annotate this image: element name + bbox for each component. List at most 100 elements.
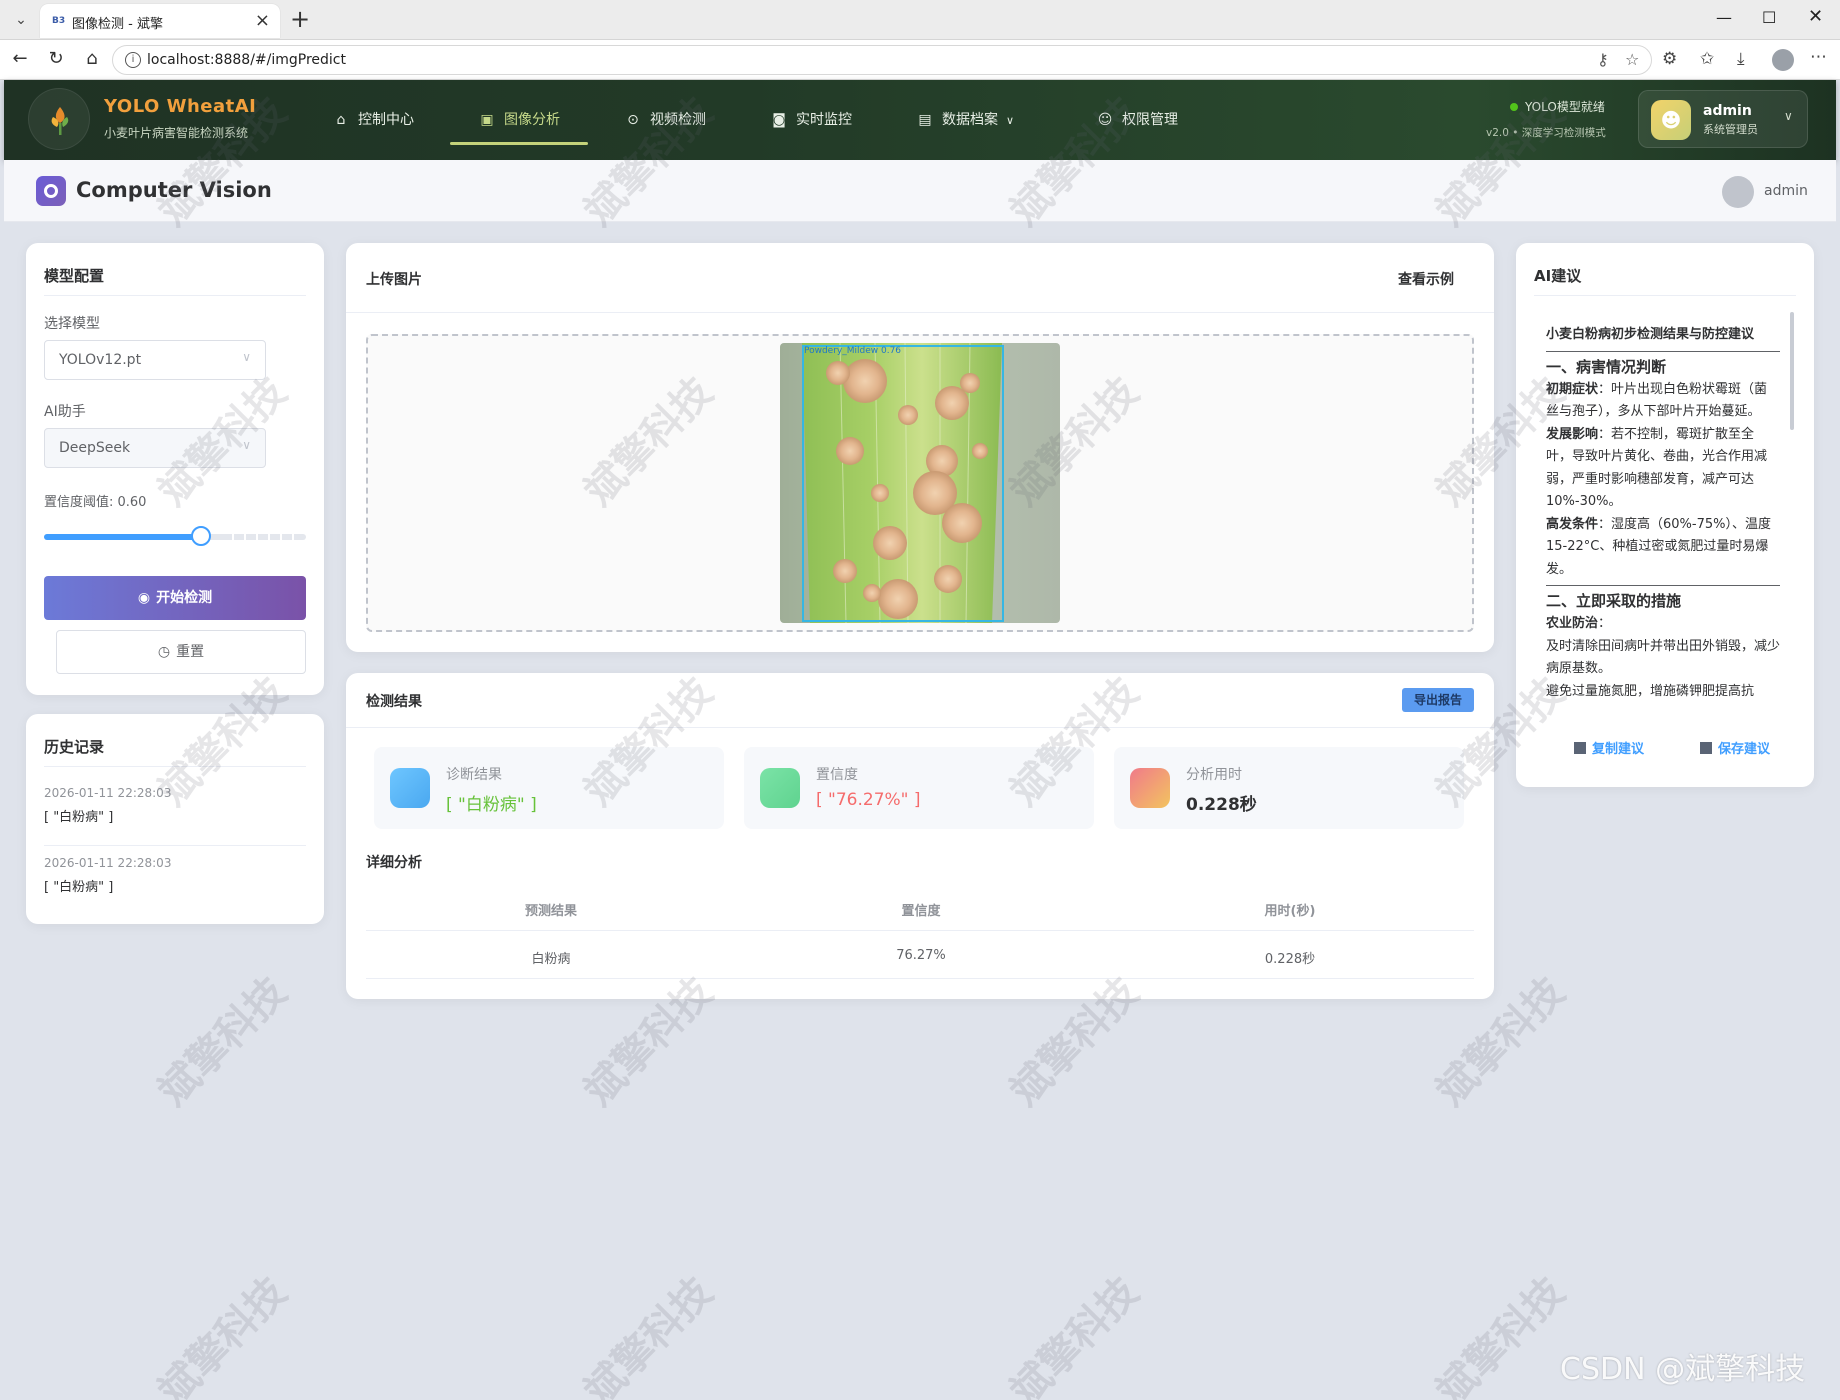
ai-label: AI助手 (44, 404, 86, 420)
clock-icon: ◷ (157, 644, 171, 660)
reload-icon[interactable]: ↻ (44, 48, 68, 69)
download-icon[interactable]: ⤓ (1737, 49, 1745, 69)
model-label: 选择模型 (44, 316, 100, 332)
profile-icon[interactable] (1772, 49, 1794, 71)
favorites-icon[interactable]: ✩ (1700, 49, 1714, 69)
save-advice-label: 保存建议 (1718, 742, 1771, 757)
table-cell: 白粉病 (531, 952, 571, 967)
image-icon: ▣ (480, 112, 494, 128)
vision-icon (36, 176, 66, 206)
url-field[interactable]: i localhost:8888/#/imgPredict ⚷ ☆ (112, 45, 1652, 75)
tab-title: 图像检测 - 斌擎 (72, 17, 163, 32)
key-icon[interactable]: ⚷ (1597, 50, 1609, 69)
nav-item-monitor[interactable]: ◙ 实时监控 (770, 108, 852, 132)
divider (1534, 295, 1796, 296)
card-title: AI建议 (1534, 267, 1582, 285)
user-menu[interactable]: ☻ admin 系统管理员 ∨ (1638, 90, 1808, 148)
user-icon: ☺ (1097, 112, 1113, 128)
close-tab-icon[interactable]: × (255, 10, 270, 31)
uploaded-leaf-image[interactable]: Powdery_Mildew 0.76 (780, 343, 1060, 623)
active-nav-indicator (450, 142, 588, 145)
status-dot (1510, 103, 1518, 111)
nav-item-video[interactable]: ⊙ 视频检测 (624, 108, 706, 132)
advice-text: 避免过量施氮肥，增施磷钾肥提高抗 (1546, 683, 1755, 699)
card-title: 历史记录 (44, 738, 105, 756)
star-icon[interactable]: ☆ (1625, 50, 1639, 69)
column-header: 用时(秒) (1264, 904, 1316, 919)
stat-confidence: 置信度 [ "76.27%" ] (744, 747, 1094, 829)
start-detect-button[interactable]: ◉ 开始检测 (44, 576, 306, 620)
stat-label: 分析用时 (1186, 767, 1242, 783)
watermark-text: 斌擎科技 (1001, 1268, 1148, 1400)
advice-section-title: 二、立即采取的措施 (1546, 592, 1682, 610)
header-username[interactable]: admin (1764, 183, 1808, 199)
nav-label: 实时监控 (796, 112, 852, 128)
detail-title: 详细分析 (366, 855, 422, 871)
save-advice-button[interactable]: 保存建议 (1700, 738, 1770, 757)
view-example-link[interactable]: 查看示例 (1398, 269, 1454, 289)
ai-select-value: DeepSeek (59, 440, 131, 456)
tab-list-chevron-icon[interactable]: ⌄ (8, 8, 34, 32)
camera-icon: ◙ (772, 112, 786, 128)
nav-item-image-analysis[interactable]: ▣ 图像分析 (478, 108, 560, 132)
avatar[interactable] (1722, 176, 1754, 208)
nav-label: 控制中心 (358, 112, 414, 128)
nav-label: 视频检测 (650, 112, 706, 128)
browser-tab-bar: ⌄ B3 图像检测 - 斌擎 × + — ☐ ✕ (0, 0, 1840, 40)
advice-term: 初期症状 (1546, 381, 1599, 397)
site-info-icon[interactable]: i (125, 52, 141, 68)
close-window-icon[interactable]: ✕ (1808, 6, 1823, 27)
copy-icon (1574, 742, 1586, 754)
chevron-down-icon: ∨ (1784, 109, 1793, 123)
model-config-card: 模型配置 选择模型 YOLOv12.pt ∨ AI助手 DeepSeek ∨ 置… (26, 243, 324, 695)
history-item[interactable]: 2026-01-11 22:28:03 [ "白粉病" ] (44, 856, 306, 906)
table-cell: 76.27% (896, 948, 946, 963)
page-title: Computer Vision (76, 178, 272, 202)
watermark-text: 斌擎科技 (1427, 1268, 1574, 1400)
stat-diagnosis: 诊断结果 [ "白粉病" ] (374, 747, 724, 829)
more-icon[interactable]: ⋯ (1810, 47, 1827, 67)
export-report-button[interactable]: 导出报告 (1402, 688, 1474, 712)
divider (346, 312, 1494, 313)
history-item[interactable]: 2026-01-11 22:28:03 [ "白粉病" ] (44, 786, 306, 846)
confidence-icon (760, 768, 800, 808)
minimize-icon[interactable]: — (1716, 8, 1732, 27)
app-navbar: YOLO WheatAI 小麦叶片病害智能检测系统 ⌂ 控制中心 ▣ 图像分析 ⊙ 视… (4, 80, 1836, 160)
stat-value: [ "76.27%" ] (816, 790, 921, 810)
copy-advice-button[interactable]: 复制建议 (1574, 738, 1644, 757)
divider (44, 766, 306, 767)
maximize-icon[interactable]: ☐ (1762, 8, 1776, 27)
advice-text: 及时清除田间病叶并带出田外销毁，减少病原基数。 (1546, 638, 1781, 677)
address-bar: ← ↻ ⌂ i localhost:8888/#/imgPredict ⚷ ☆ … (0, 40, 1840, 80)
nav-label: 权限管理 (1122, 112, 1178, 128)
save-icon (1700, 742, 1712, 754)
history-time: 2026-01-11 22:28:03 (44, 856, 172, 870)
stat-time: 分析用时 0.228秒 (1114, 747, 1464, 829)
url-text[interactable]: localhost:8888/#/imgPredict (147, 52, 346, 68)
divider (1546, 350, 1780, 352)
reset-button[interactable]: ◷ 重置 (56, 630, 306, 674)
advice-section-title: 一、病害情况判断 (1546, 357, 1667, 376)
nav-item-dashboard[interactable]: ⌂ 控制中心 (332, 108, 414, 132)
model-select[interactable]: YOLOv12.pt ∨ (44, 340, 266, 380)
browser-tab[interactable]: B3 图像检测 - 斌擎 × (40, 4, 280, 38)
back-icon[interactable]: ← (8, 48, 32, 69)
logo[interactable] (28, 88, 90, 150)
brand-title: YOLO WheatAI (104, 96, 257, 117)
leaf-image-render: Powdery_Mildew 0.76 (780, 343, 1060, 623)
model-version: v2.0 • 深度学习检测模式 (1486, 127, 1606, 139)
detect-icon: ◉ (137, 590, 151, 606)
ai-advice-content[interactable]: 小麦白粉病初步检测结果与防控建议 一、病害情况判断 初期症状：叶片出现白色粉状霉… (1534, 310, 1792, 712)
csdn-watermark: CSDN @斌擎科技 (1560, 1352, 1806, 1387)
card-title: 检测结果 (366, 694, 422, 710)
nav-item-permissions[interactable]: ☺ 权限管理 (1096, 108, 1178, 132)
watermark-text: 斌擎科技 (575, 1268, 722, 1400)
ai-select[interactable]: DeepSeek ∨ (44, 428, 266, 468)
new-tab-icon[interactable]: + (290, 5, 310, 33)
home-icon[interactable]: ⌂ (80, 48, 104, 69)
reset-button-label: 重置 (176, 644, 205, 660)
ai-scrollbar[interactable] (1790, 312, 1794, 430)
extensions-icon[interactable]: ⚙ (1662, 49, 1677, 69)
chevron-down-icon: ∨ (242, 438, 251, 452)
nav-item-archive[interactable]: ▤ 数据档案 ∨ (916, 108, 1014, 132)
